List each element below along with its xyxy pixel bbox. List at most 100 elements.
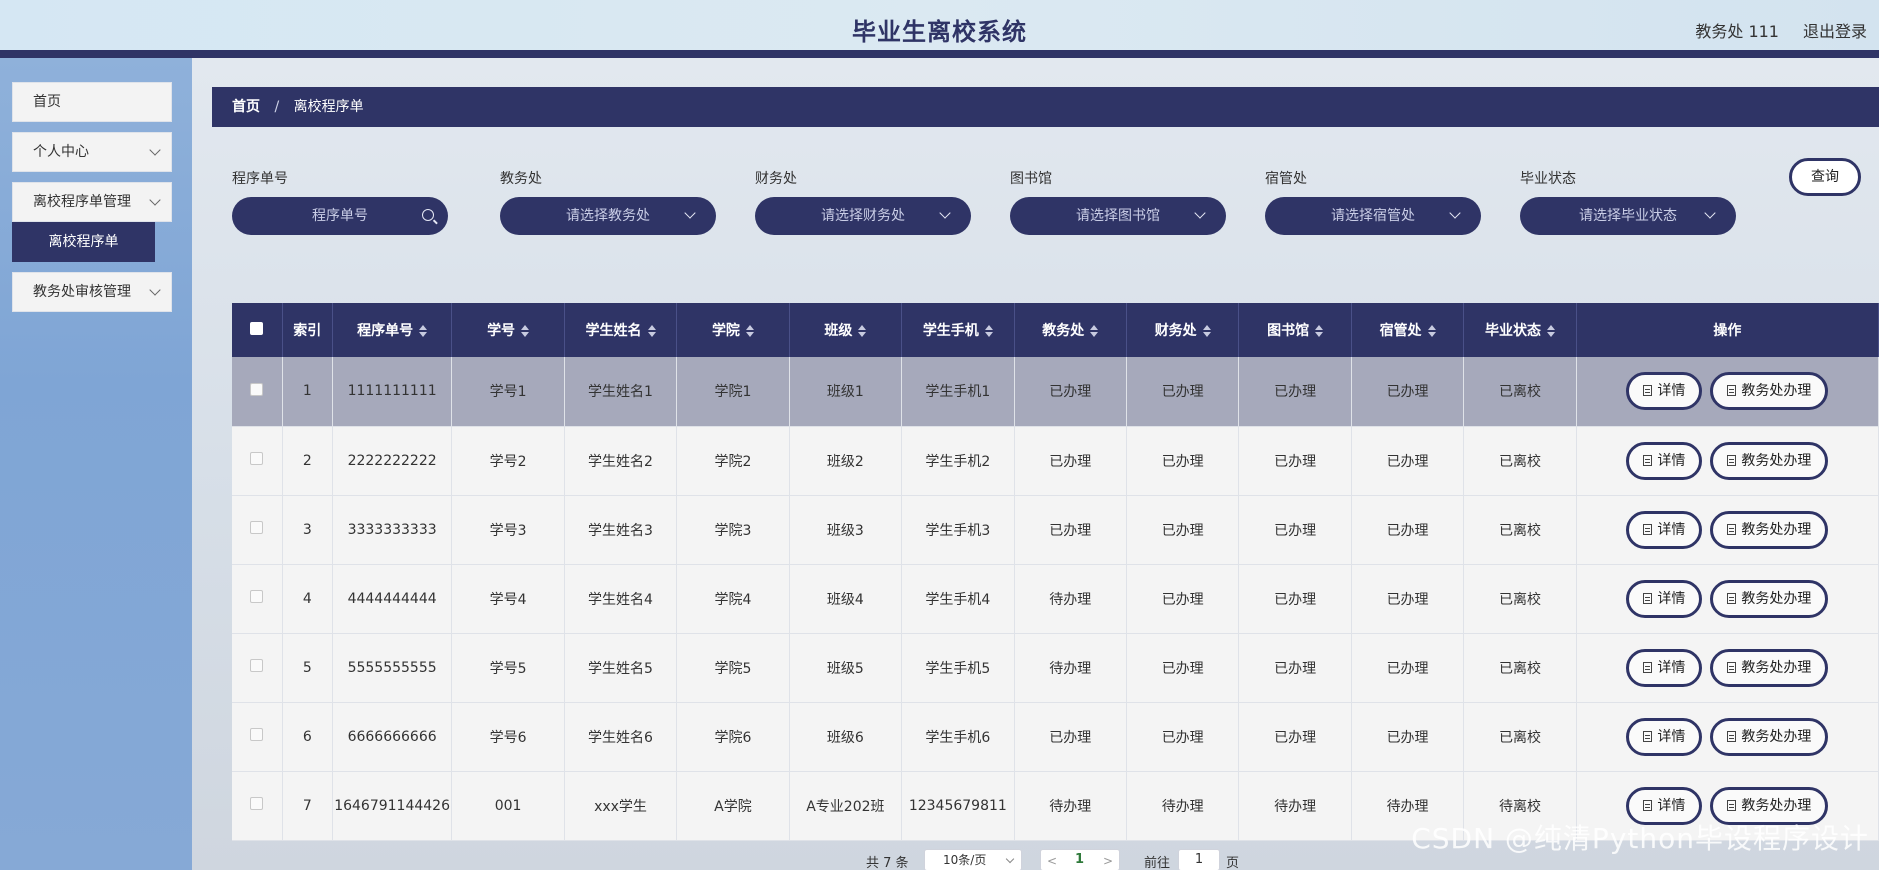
goto-page-input[interactable]: 1 [1178,849,1220,870]
sort-icon[interactable] [647,325,656,337]
header-dorm-office[interactable]: 宿管处 [1351,303,1465,357]
row-select-cell[interactable] [232,564,283,634]
document-icon [1727,523,1737,535]
sort-icon[interactable] [1202,325,1211,337]
academic-office-process-button[interactable]: 教务处办理 [1710,372,1829,411]
table-cell: 已办理 [1351,633,1465,703]
row-checkbox[interactable] [250,452,264,465]
header-graduation-status[interactable]: 毕业状态 [1463,303,1577,357]
header-label: 学号 [487,323,516,339]
breadcrumb-separator: / [274,99,280,115]
graduation-status-select[interactable]: 请选择毕业状态 [1520,197,1736,235]
header-college[interactable]: 学院 [676,303,790,357]
table-cell: 已办理 [1238,357,1352,427]
sort-icon[interactable] [1427,325,1436,337]
breadcrumb-home[interactable]: 首页 [232,99,260,115]
row-checkbox[interactable] [250,590,264,603]
academic-office-process-button[interactable]: 教务处办理 [1710,579,1829,618]
sidebar: 首页 个人中心 离校程序单管理 离校程序单 教务处审核管理 [0,58,192,870]
detail-button[interactable]: 详情 [1626,372,1703,411]
sidebar-item-label: 个人中心 [33,144,89,160]
row-select-cell[interactable] [232,495,283,565]
document-icon [1727,385,1737,397]
detail-button[interactable]: 详情 [1626,441,1703,480]
form-number-input[interactable]: 程序单号 [232,197,448,235]
sort-icon[interactable] [1547,325,1555,337]
row-select-cell[interactable] [232,771,283,841]
row-select-cell[interactable] [232,702,283,772]
sidebar-item-leave-form-management[interactable]: 离校程序单管理 [12,182,172,222]
current-page[interactable]: 1 [1075,852,1084,867]
table-row[interactable]: 4 4444444444 学号4 学生姓名4 学院4 班级4 学生手机4 待办理 已办理 已办理已… [232,564,1879,634]
row-checkbox[interactable] [250,728,264,741]
next-page-button[interactable]: > [1103,854,1113,868]
header-student-phone[interactable]: 学生手机 [901,303,1015,357]
detail-button[interactable]: 详情 [1626,510,1703,549]
academic-office-process-button[interactable]: 教务处办理 [1710,717,1829,756]
detail-button[interactable]: 详情 [1626,717,1703,756]
row-checkbox[interactable] [250,382,264,396]
row-select-cell[interactable] [232,633,283,703]
header-student-id[interactable]: 学号 [451,303,565,357]
table-row[interactable]: 2 2222222222 学号2 学生姓名2 学院2 班级2 学生手机2 已办理 已办理 已办理已… [232,426,1879,496]
sort-icon[interactable] [984,325,993,337]
header-academic-office[interactable]: 教务处 [1014,303,1127,357]
table-cell: 7 [282,771,333,841]
sort-icon[interactable] [1090,325,1099,337]
sort-icon[interactable] [745,325,754,337]
header-label: 程序单号 [357,323,414,339]
table-cell: 学院1 [676,357,790,427]
prev-page-button[interactable]: < [1047,854,1057,868]
table-row[interactable]: 5 5555555555 学号5 学生姓名5 学院5 班级5 学生手机5 待办理 已办理 已办理已… [232,633,1879,703]
row-select-cell[interactable] [232,357,283,427]
sort-icon[interactable] [858,325,867,337]
academic-office-process-button[interactable]: 教务处办理 [1710,648,1829,687]
header-label: 班级 [824,323,853,339]
table-cell: 已办理 [1126,357,1240,427]
library-select[interactable]: 请选择图书馆 [1010,197,1226,235]
header-label: 学院 [711,323,740,339]
finance-office-select[interactable]: 请选择财务处 [755,197,971,235]
button-label: 教务处办理 [1741,452,1812,469]
header-class[interactable]: 班级 [789,303,903,357]
header-select-all[interactable] [232,303,283,357]
page-size-select[interactable]: 10条/页 [924,849,1022,870]
sort-icon[interactable] [521,325,530,337]
detail-button[interactable]: 详情 [1626,648,1703,687]
filter-label-academic-office: 教务处 [500,171,542,187]
table-cell: 4444444444 [332,564,453,634]
button-label: 详情 [1657,590,1686,607]
table-row[interactable]: 3 3333333333 学号3 学生姓名3 学院3 班级3 学生手机3 已办理 已办理 已办理已… [232,495,1879,565]
sidebar-item-personal-center[interactable]: 个人中心 [12,132,172,172]
sidebar-item-academic-review-management[interactable]: 教务处审核管理 [12,272,172,312]
main-content: 首页 / 离校程序单 程序单号 程序单号 教务处 请选择教务处 财务处 请选择财… [192,58,1879,870]
row-checkbox[interactable] [250,797,264,810]
row-select-cell[interactable] [232,426,283,496]
table-row[interactable]: 6 6666666666 学号6 学生姓名6 学院6 班级6 学生手机6 已办理 已办理 已办理已… [232,702,1879,772]
table-cell: 学院5 [676,633,790,703]
query-button[interactable]: 查询 [1789,158,1861,196]
sort-icon[interactable] [1315,325,1324,337]
select-all-checkbox[interactable] [250,321,264,335]
header-student-name[interactable]: 学生姓名 [564,303,678,357]
header-finance-office[interactable]: 财务处 [1126,303,1240,357]
table-cell: 学生姓名5 [564,633,678,703]
academic-office-process-button[interactable]: 教务处办理 [1710,510,1829,549]
logout-link[interactable]: 退出登录 [1803,18,1867,42]
table-row[interactable]: 1 1111111111 学号1 学生姓名1 学院1 班级1 学生手机1 已办理 已办理 已办理已… [232,357,1879,427]
document-icon [1643,454,1653,466]
sidebar-subitem-leave-form[interactable]: 离校程序单 [12,222,155,262]
dorm-office-select[interactable]: 请选择宿管处 [1265,197,1481,235]
row-checkbox[interactable] [250,521,264,534]
academic-office-select[interactable]: 请选择教务处 [500,197,716,235]
academic-office-process-button[interactable]: 教务处办理 [1710,441,1829,480]
button-label: 教务处办理 [1741,383,1812,400]
sidebar-item-home[interactable]: 首页 [12,82,172,122]
header-label: 学生姓名 [585,323,642,339]
header-library[interactable]: 图书馆 [1238,303,1352,357]
detail-button[interactable]: 详情 [1626,579,1703,618]
header-form-number[interactable]: 程序单号 [332,303,453,357]
table-cell: 学生姓名6 [564,702,678,772]
row-checkbox[interactable] [250,659,264,672]
sort-icon[interactable] [419,325,428,337]
